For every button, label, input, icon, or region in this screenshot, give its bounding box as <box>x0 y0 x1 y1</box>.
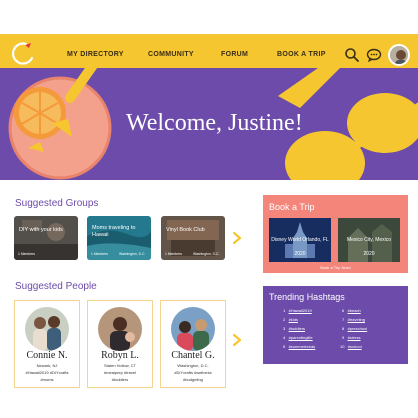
person-name: Connie N. <box>26 350 68 361</box>
nav-community[interactable]: COMMUNITY <box>148 51 194 58</box>
hashtag-link[interactable]: #kids <box>289 317 298 322</box>
book-a-trip-title: Book a Trip <box>269 202 315 212</box>
hashtag-item[interactable]: 2 #kids <box>283 317 298 322</box>
hashtag-rank: 1 <box>283 308 286 313</box>
hashtag-item[interactable]: 1 #Hawaii2019 <box>283 308 312 313</box>
groups-next-chevron-icon[interactable] <box>231 231 243 245</box>
hashtag-item[interactable]: 5 #summerbreak <box>283 344 315 349</box>
trending-hashtags-title: Trending Hashtags <box>269 292 345 302</box>
group-card-diy[interactable]: DIY with your kids 1 Members <box>14 216 78 260</box>
person-photo <box>25 307 69 351</box>
hashtag-link[interactable]: #summerbreak <box>289 344 316 349</box>
hashtag-link[interactable]: #beach <box>348 308 361 313</box>
nav-book-a-trip[interactable]: BOOK A TRIP <box>277 51 326 58</box>
group-card-members: 1 Members <box>91 252 108 256</box>
person-name: Robyn L. <box>101 350 139 361</box>
trip-card-mexico[interactable]: Mexico City, Mexico 2020 <box>338 218 400 262</box>
hashtag-link[interactable]: #stress <box>348 335 361 340</box>
group-card-location: Washington, D.C. <box>193 252 220 256</box>
user-avatar[interactable] <box>388 44 410 66</box>
group-card-title: DIY with your kids <box>19 227 63 233</box>
person-photo <box>171 307 215 351</box>
hashtag-link[interactable]: #traveling <box>348 317 365 322</box>
hashtag-rank: 4 <box>283 335 286 340</box>
hashtag-rank: 7 <box>342 317 345 322</box>
trip-card-title: Mexico City, Mexico <box>346 237 392 243</box>
person-tags-extra: #budgeting <box>183 377 203 382</box>
group-card-members: 1 Members <box>18 252 35 256</box>
hashtag-item[interactable]: 4 #parentinglife <box>283 335 313 340</box>
person-card-chantel[interactable]: Chantel G. Washington, D.C. #DIYcrafts #… <box>160 300 226 388</box>
app-logo[interactable] <box>10 40 36 66</box>
person-tags: #DIYcrafts #wellness <box>174 370 212 375</box>
person-card-robyn[interactable]: Robyn L. Staten Hollow, CT #mealprep #tr… <box>87 300 153 388</box>
hashtag-link[interactable]: #preschool <box>348 326 368 331</box>
group-card-book-club[interactable]: Vinyl Book Club 1 Members Washington, D.… <box>161 216 225 260</box>
person-location: Newark, NJ <box>36 363 58 368</box>
hashtag-rank: 5 <box>283 344 286 349</box>
trip-card-title: Disney World Orlando, FL <box>271 237 329 243</box>
person-tags-extra: #moms <box>40 377 54 382</box>
hashtag-link[interactable]: #Hawaii2019 <box>289 308 312 313</box>
nav-forum[interactable]: FORUM <box>221 51 248 58</box>
group-card-members: 1 Members <box>165 252 182 256</box>
trip-card-year: 2020 <box>363 251 375 257</box>
group-card-title: Moms traveling to Hawaii <box>92 225 136 238</box>
person-location: Washington, D.C. <box>177 363 209 368</box>
hashtag-rank: 9 <box>342 335 345 340</box>
welcome-heading: Welcome, Justine! <box>126 110 303 136</box>
people-next-chevron-icon[interactable] <box>231 333 243 347</box>
book-trip-link[interactable]: Book a Trip Now! <box>263 265 408 270</box>
chat-icon[interactable] <box>366 47 382 63</box>
trip-card-disney[interactable]: Disney World Orlando, FL 2020 <box>269 218 331 262</box>
group-card-title: Vinyl Book Club <box>166 227 205 233</box>
person-tags: #mealprep #travel <box>103 370 137 375</box>
trip-card-year: 2020 <box>294 251 306 257</box>
hashtag-item[interactable]: 10 #school <box>340 344 362 349</box>
hashtag-rank: 3 <box>283 326 286 331</box>
hashtag-item[interactable]: 6 #beach <box>342 308 361 313</box>
hashtag-item[interactable]: 9 #stress <box>342 335 360 340</box>
person-photo <box>98 307 142 351</box>
person-card-connie[interactable]: Connie N. Newark, NJ #Hawaii2019 #DIYcra… <box>14 300 80 388</box>
person-name: Chantel G. <box>171 350 215 361</box>
hashtag-rank: 6 <box>342 308 345 313</box>
hashtag-link[interactable]: #school <box>348 344 362 349</box>
person-tags: #Hawaii2019 #DIYcrafts <box>25 370 69 375</box>
person-tags-extra: #toddlers <box>111 377 129 382</box>
person-location: Staten Hollow, CT <box>103 363 136 368</box>
suggested-groups-title: Suggested Groups <box>15 198 99 209</box>
search-icon[interactable] <box>344 47 360 63</box>
nav-my-directory[interactable]: MY DIRECTORY <box>67 51 124 58</box>
hashtag-rank: 10 <box>340 344 345 349</box>
hashtag-link[interactable]: #toddlers <box>289 326 305 331</box>
hashtag-item[interactable]: 3 #toddlers <box>283 326 305 331</box>
group-card-hawaii[interactable]: Moms traveling to Hawaii 1 Members Washi… <box>87 216 151 260</box>
hashtag-item[interactable]: 7 #traveling <box>342 317 365 322</box>
hashtag-rank: 2 <box>283 317 286 322</box>
hashtag-item[interactable]: 8 #preschool <box>342 326 367 331</box>
suggested-people-title: Suggested People <box>15 281 97 292</box>
hashtag-link[interactable]: #parentinglife <box>289 335 313 340</box>
group-card-location: Washington, D.C. <box>119 252 146 256</box>
hashtag-rank: 8 <box>342 326 345 331</box>
